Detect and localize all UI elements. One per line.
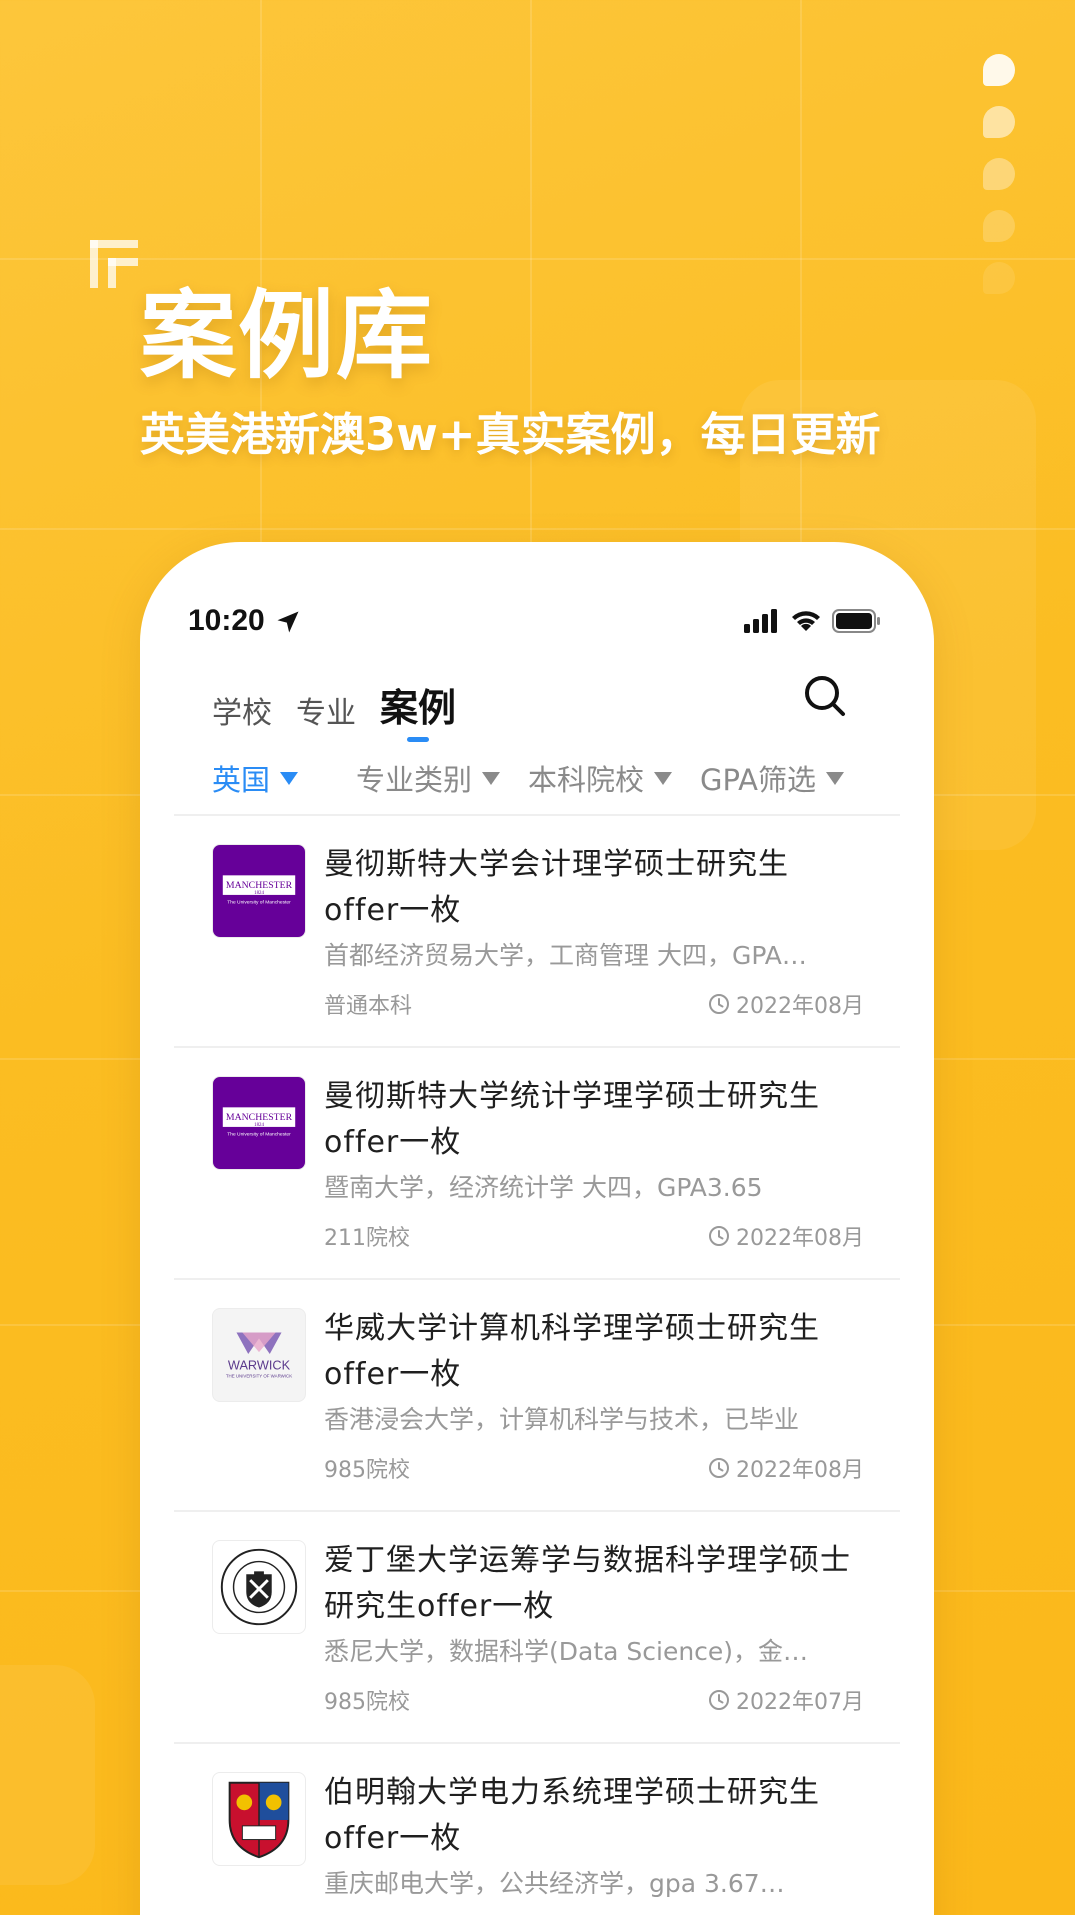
case-title: 曼彻斯特大学统计学理学硕士研究生offer一枚 [324, 1079, 820, 1160]
svg-text:WARWICK: WARWICK [228, 1358, 291, 1373]
filter-major-category[interactable]: 专业类别 [356, 757, 501, 799]
status-icons [744, 608, 882, 634]
school-tier-tag: 985院校 [324, 1458, 410, 1483]
location-arrow-icon [277, 611, 299, 633]
clock-icon [709, 1690, 730, 1710]
manchester-logo-graphic: MANCHESTER 1824 The University of Manche… [222, 875, 296, 906]
case-date: 2022年08月 [708, 1452, 864, 1484]
svg-text:1824: 1824 [254, 1123, 264, 1128]
case-description: 首都经济贸易大学，工商管理 大四，GPA… [324, 941, 807, 970]
caret-down-icon [826, 771, 844, 785]
top-tabs: 学校 专业 案例 [212, 672, 456, 732]
case-title: 华威大学计算机科学理学硕士研究生offer一枚 [324, 1311, 820, 1392]
filter-undergrad-school[interactable]: 本科院校 [528, 757, 673, 799]
case-title: 曼彻斯特大学会计理学硕士研究生offer一枚 [324, 847, 789, 928]
svg-text:1824: 1824 [254, 891, 264, 896]
filter-label: 专业类别 [356, 763, 473, 797]
svg-text:The University of Manchester: The University of Manchester [227, 900, 291, 906]
case-date-text: 2022年08月 [736, 994, 864, 1019]
case-date-text: 2022年07月 [736, 1690, 864, 1715]
case-title: 爱丁堡大学运筹学与数据科学理学硕士研究生offer一枚 [324, 1543, 851, 1624]
signal-icon [744, 609, 777, 633]
dot [983, 210, 1015, 242]
svg-text:MANCHESTER: MANCHESTER [226, 880, 293, 891]
case-title: 伯明翰大学电力系统理学硕士研究生offer一枚 [324, 1775, 820, 1856]
caret-down-icon [482, 771, 501, 785]
dot [983, 54, 1015, 86]
school-tier-tag: 普通本科 [324, 994, 413, 1019]
search-icon[interactable] [801, 672, 849, 720]
case-description: 悉尼大学，数据科学(Data Science)，金… [324, 1637, 809, 1666]
case-date-text: 2022年08月 [736, 1226, 864, 1251]
case-item[interactable]: 爱丁堡大学运筹学与数据科学理学硕士研究生offer一枚 悉尼大学，数据科学(Da… [174, 1510, 900, 1742]
caret-down-icon [280, 771, 299, 785]
caret-down-icon [654, 771, 673, 785]
school-tier-tag: 985院校 [324, 1690, 410, 1715]
edinburgh-crest-graphic [220, 1548, 298, 1626]
clock-icon [709, 994, 730, 1014]
manchester-logo: MANCHESTER 1824 The University of Manche… [212, 1076, 306, 1170]
tab-school[interactable]: 学校 [212, 688, 272, 732]
svg-text:MANCHESTER: MANCHESTER [226, 1112, 293, 1123]
case-item[interactable]: WARWICK THE UNIVERSITY OF WARWICK 华威大学计算… [174, 1278, 900, 1510]
filter-country[interactable]: 英国 [212, 757, 299, 799]
clock-icon [709, 1458, 730, 1478]
manchester-logo: MANCHESTER 1824 The University of Manche… [212, 844, 306, 938]
manchester-logo-graphic: MANCHESTER 1824 The University of Manche… [222, 1107, 296, 1138]
dot [983, 158, 1015, 190]
case-description: 香港浸会大学，计算机科学与技术，已毕业 [324, 1405, 800, 1434]
hero-title: 案例库 [140, 280, 434, 392]
case-item[interactable]: MANCHESTER 1824 The University of Manche… [174, 814, 900, 1046]
svg-text:THE UNIVERSITY OF WARWICK: THE UNIVERSITY OF WARWICK [226, 1374, 292, 1379]
background-shape [0, 1665, 95, 1885]
status-bar: 10:20 [140, 542, 934, 642]
case-date: 2022年08月 [708, 1220, 864, 1252]
case-description: 暨南大学，经济统计学 大四，GPA3.65 [324, 1173, 763, 1202]
case-date: 2022年08月 [708, 988, 864, 1020]
corner-bracket-icon [90, 240, 138, 288]
filter-label: 英国 [212, 763, 271, 797]
filter-gpa[interactable]: GPA筛选 [700, 757, 844, 799]
case-item[interactable]: MANCHESTER 1824 The University of Manche… [174, 1046, 900, 1278]
tab-major[interactable]: 专业 [296, 688, 356, 732]
case-date-text: 2022年08月 [736, 1458, 864, 1483]
case-item[interactable]: 伯明翰大学电力系统理学硕士研究生offer一枚 重庆邮电大学，公共经济学，gpa… [174, 1742, 900, 1915]
birmingham-crest-graphic [228, 1781, 290, 1859]
case-date: 2022年07月 [708, 1684, 864, 1716]
svg-text:The University of Manchester: The University of Manchester [227, 1132, 291, 1138]
wifi-icon [792, 611, 820, 631]
filter-label: 本科院校 [528, 763, 645, 797]
warwick-logo-graphic: WARWICK THE UNIVERSITY OF WARWICK [226, 1332, 292, 1379]
filter-bar: 英国 专业类别 本科院校 GPA筛选 [212, 748, 868, 808]
case-list: MANCHESTER 1824 The University of Manche… [174, 814, 900, 1915]
battery-icon [832, 609, 880, 633]
school-tier-tag: 211院校 [324, 1226, 410, 1251]
phone-mockup: 10:20 学校 专业 案例 英国 专业类别 本科院校 GPA筛选 MANCHE… [140, 542, 934, 1915]
dot [983, 106, 1015, 138]
dot [983, 262, 1015, 294]
case-description: 重庆邮电大学，公共经济学，gpa 3.67… [324, 1869, 785, 1898]
clock-icon [709, 1226, 730, 1246]
birmingham-logo [212, 1772, 306, 1866]
warwick-logo: WARWICK THE UNIVERSITY OF WARWICK [212, 1308, 306, 1402]
hero-subtitle: 英美港新澳3w+真实案例，每日更新 [140, 408, 881, 461]
edinburgh-logo [212, 1540, 306, 1634]
filter-label: GPA筛选 [700, 763, 816, 797]
status-time: 10:20 [188, 604, 265, 637]
tab-cases[interactable]: 案例 [380, 677, 456, 732]
